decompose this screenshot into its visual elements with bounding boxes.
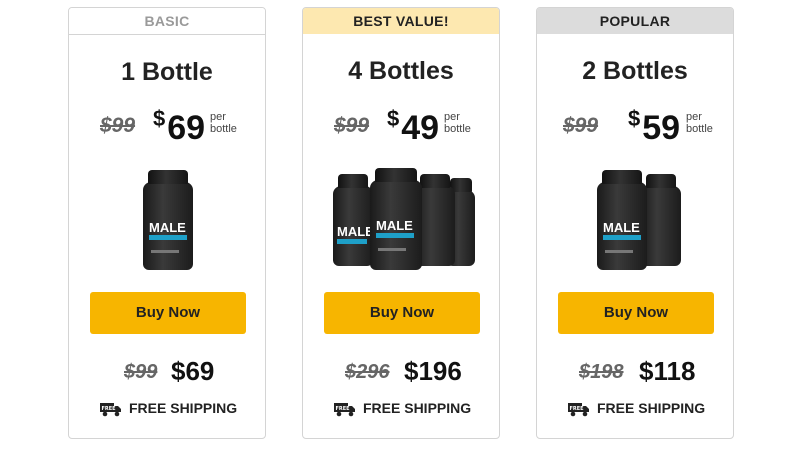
total-price-row: $99 $69 bbox=[69, 356, 265, 388]
free-shipping-label: FREE SHIPPING bbox=[363, 400, 472, 416]
truck-icon: FREE bbox=[100, 403, 121, 417]
bottle-label-stripe bbox=[376, 233, 414, 238]
total-new-price: $69 bbox=[171, 356, 215, 386]
per-text: per bbox=[444, 111, 460, 123]
bottle-cap bbox=[148, 170, 188, 184]
shipping-row: FREE FREE SHIPPING bbox=[303, 400, 499, 420]
unit-price-value: 69 bbox=[167, 109, 206, 147]
bottle-image: MALE bbox=[370, 168, 422, 270]
bottle-cap bbox=[338, 174, 368, 188]
offer-badge: BASIC bbox=[69, 8, 265, 35]
per-text: per bbox=[210, 111, 226, 123]
total-old-price: $296 bbox=[345, 361, 390, 383]
bottle-label-stripe bbox=[337, 239, 367, 244]
product-image: MALE MALE bbox=[303, 168, 499, 274]
bottle-text: bottle bbox=[686, 123, 713, 135]
price-row: $99 $49 per bottle bbox=[303, 106, 499, 148]
buy-now-button[interactable]: Buy Now bbox=[90, 292, 246, 334]
bottle-label-stripe bbox=[603, 235, 641, 240]
bottle-label: MALE bbox=[376, 218, 413, 233]
offer-title: 2 Bottles bbox=[582, 57, 688, 85]
bottle-image: MALE bbox=[333, 174, 374, 266]
per-bottle-label: per bottle bbox=[210, 111, 237, 135]
bottle-cap bbox=[375, 168, 417, 182]
bottle-label-stripe bbox=[149, 235, 187, 240]
bottle-label: MALE bbox=[149, 220, 186, 235]
old-price: $99 bbox=[334, 114, 370, 137]
truck-icon: FREE bbox=[568, 403, 589, 417]
bottle-cap bbox=[646, 174, 676, 188]
free-shipping-label: FREE SHIPPING bbox=[129, 400, 238, 416]
per-bottle-label: per bottle bbox=[686, 111, 713, 135]
product-image: MALE bbox=[537, 170, 733, 274]
currency-symbol: $ bbox=[628, 106, 641, 131]
total-price-row: $296 $196 bbox=[303, 356, 499, 388]
truck-icon-text: FREE bbox=[570, 406, 585, 412]
total-new-price: $196 bbox=[404, 356, 462, 386]
offer-card-best-value: BEST VALUE! 4 Bottles $99 $49 per bottle … bbox=[302, 7, 500, 439]
per-bottle-label: per bottle bbox=[444, 111, 471, 135]
offer-badge: BEST VALUE! bbox=[303, 8, 499, 34]
old-price: $99 bbox=[563, 114, 599, 137]
offer-card-basic: BASIC 1 Bottle $99 $69 per bottle MALE Bu… bbox=[68, 7, 266, 439]
bottle-label-fineprint bbox=[605, 250, 633, 253]
bottle-image: MALE bbox=[143, 170, 193, 270]
unit-price-value: 59 bbox=[642, 109, 681, 147]
bottle-label: MALE bbox=[337, 224, 374, 239]
buy-now-button[interactable]: Buy Now bbox=[324, 292, 480, 334]
bottle-text: bottle bbox=[444, 123, 471, 135]
old-price: $99 bbox=[100, 114, 136, 137]
total-old-price: $99 bbox=[124, 361, 158, 383]
bottle-text: bottle bbox=[210, 123, 237, 135]
offer-title: 4 Bottles bbox=[348, 57, 454, 85]
product-image: MALE bbox=[69, 170, 265, 274]
free-shipping-label: FREE SHIPPING bbox=[597, 400, 706, 416]
shipping-row: FREE FREE SHIPPING bbox=[69, 400, 265, 420]
unit-price: $59 bbox=[628, 106, 680, 148]
bottle-label: MALE bbox=[603, 220, 640, 235]
total-old-price: $198 bbox=[579, 361, 624, 383]
currency-symbol: $ bbox=[153, 106, 166, 131]
offer-card-popular: POPULAR 2 Bottles $99 $59 per bottle MALE… bbox=[536, 7, 734, 439]
offer-title: 1 Bottle bbox=[121, 58, 213, 86]
shipping-row: FREE FREE SHIPPING bbox=[537, 400, 733, 420]
unit-price: $49 bbox=[387, 106, 439, 148]
per-text: per bbox=[686, 111, 702, 123]
offer-badge: POPULAR bbox=[537, 8, 733, 34]
currency-symbol: $ bbox=[387, 106, 400, 131]
bottle-label-fineprint bbox=[151, 250, 179, 253]
buy-now-button[interactable]: Buy Now bbox=[558, 292, 714, 334]
total-price-row: $198 $118 bbox=[537, 356, 733, 388]
bottle-image bbox=[641, 174, 681, 266]
unit-price: $69 bbox=[153, 106, 205, 148]
truck-icon-text: FREE bbox=[336, 406, 351, 412]
bottle-image: MALE bbox=[597, 170, 647, 270]
total-new-price: $118 bbox=[639, 356, 696, 386]
truck-icon-text: FREE bbox=[102, 406, 117, 412]
bottle-label-fineprint bbox=[378, 248, 406, 251]
price-row: $99 $69 per bottle bbox=[69, 106, 265, 148]
truck-icon: FREE bbox=[334, 403, 355, 417]
bottle-cap bbox=[420, 174, 450, 188]
price-row: $99 $59 per bottle bbox=[537, 106, 733, 148]
bottle-cap bbox=[602, 170, 642, 184]
unit-price-value: 49 bbox=[401, 109, 440, 147]
